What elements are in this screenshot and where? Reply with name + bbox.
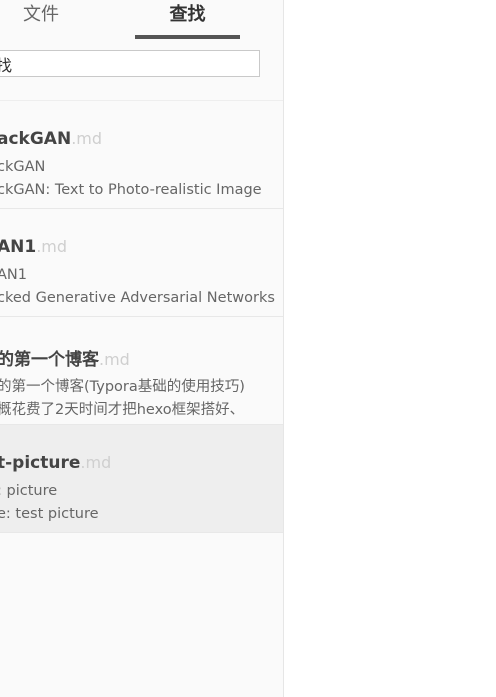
sidebar-tabs: 文件 查找 [0,0,283,40]
result-match-line: cked Generative Adversarial Networks [0,290,275,306]
result-extension: .md [71,129,103,148]
result-title: 的第一个博客.md [0,345,130,370]
sidebar: 文件 查找 ackGAN.md ckGAN ckGAN: Text to Pho… [0,0,284,697]
search-results-list: ackGAN.md ckGAN ckGAN: Text to Photo-rea… [0,101,283,533]
result-extension: .md [80,453,112,472]
result-match-line: 的第一个博客(Typora基础的使用技巧) [0,379,245,395]
search-input[interactable] [0,50,260,77]
editor-area[interactable] [284,0,496,697]
search-result-item[interactable]: AN1.md AN1 cked Generative Adversarial N… [0,209,283,317]
search-bar [0,50,283,101]
tab-search-label: 查找 [169,4,206,25]
result-match-line: e: test picture [0,506,99,522]
result-extension: .md [99,350,130,369]
search-result-item[interactable]: ackGAN.md ckGAN ckGAN: Text to Photo-rea… [0,101,283,209]
tab-files[interactable]: 文件 [0,0,82,40]
result-title-text: AN1 [0,237,37,257]
result-title-text: 的第一个博客 [0,350,99,370]
result-extension: .md [36,237,68,256]
active-tab-indicator [135,35,240,39]
tab-files-label: 文件 [23,4,59,25]
search-result-item[interactable]: 的第一个博客.md 的第一个博客(Typora基础的使用技巧) 概花费了2天时间… [0,317,283,425]
result-match-line: : picture [0,483,58,499]
result-title: AN1.md [0,237,67,257]
result-match-line: ckGAN [0,159,46,175]
result-match-line: ckGAN: Text to Photo-realistic Image [0,182,262,198]
result-match-line: AN1 [0,267,27,283]
result-match-line: 概花费了2天时间才把hexo框架搭好、 [0,402,245,418]
result-title: ackGAN.md [0,129,102,149]
result-title-text: ackGAN [0,129,72,149]
tab-search[interactable]: 查找 [135,0,240,40]
result-title: t-picture.md [0,453,111,473]
result-title-text: t-picture [0,453,81,473]
search-result-item-selected[interactable]: t-picture.md : picture e: test picture [0,425,283,533]
